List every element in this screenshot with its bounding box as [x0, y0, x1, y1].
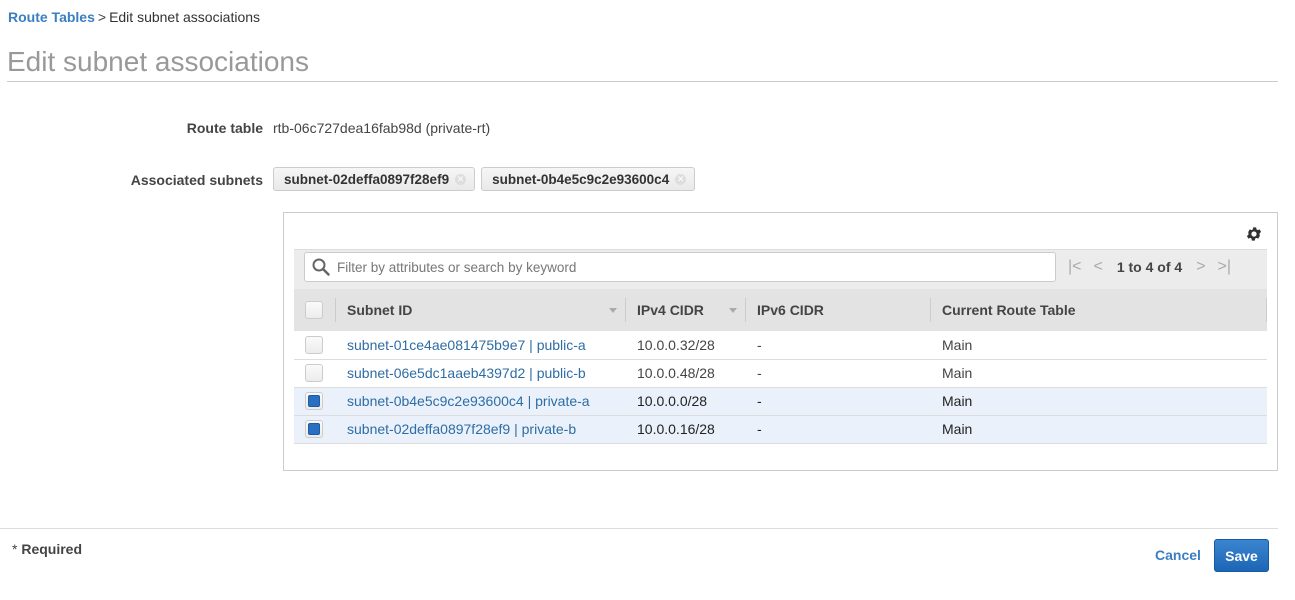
row-checkbox-checked[interactable] [305, 392, 323, 410]
associated-subnets-label: Associated subnets [130, 172, 263, 188]
subnet-chip: subnet-0b4e5c9c2e93600c4 ✕ [481, 167, 696, 191]
table-row[interactable]: subnet-06e5dc1aaeb4397d2 | public-b 10.0… [294, 359, 1267, 387]
sort-caret-icon[interactable] [609, 308, 617, 313]
sort-caret-icon[interactable] [729, 308, 737, 313]
breadcrumb-current: Edit subnet associations [109, 9, 261, 25]
subnet-link[interactable]: subnet-02deffa0897f28ef9 | private-b [347, 421, 576, 437]
footer-divider [0, 528, 1278, 529]
column-label: Current Route Table [942, 302, 1076, 318]
ipv6-cidr-cell: - [757, 393, 762, 409]
select-all-cell [294, 289, 336, 331]
column-header-ipv6-cidr[interactable]: IPv6 CIDR [746, 289, 931, 331]
filter-search-box[interactable] [304, 252, 1056, 282]
required-note: * Required [12, 541, 82, 557]
ipv4-cidr-cell: 10.0.0.16/28 [637, 421, 715, 437]
filter-input[interactable] [335, 258, 1035, 276]
search-icon [312, 258, 330, 276]
column-header-current-route-table[interactable]: Current Route Table [931, 289, 1267, 331]
column-header-subnet-id[interactable]: Subnet ID [336, 289, 626, 331]
subnet-chip-label: subnet-02deffa0897f28ef9 [284, 171, 450, 187]
column-label: IPv4 CIDR [637, 302, 704, 318]
ipv6-cidr-cell: - [757, 336, 762, 353]
column-label: IPv6 CIDR [757, 302, 824, 318]
table-row[interactable]: subnet-01ce4ae081475b9e7 | public-a 10.0… [294, 331, 1267, 359]
associated-subnets-chips: subnet-02deffa0897f28ef9 ✕ subnet-0b4e5c… [273, 167, 696, 191]
select-all-checkbox[interactable] [305, 301, 323, 319]
remove-chip-icon[interactable]: ✕ [455, 173, 467, 185]
first-page-icon[interactable]: |< [1068, 258, 1082, 276]
route-table-cell: Main [942, 421, 973, 437]
chevron-left-icon[interactable]: < [1094, 258, 1103, 276]
route-table-label: Route table [186, 120, 263, 136]
gear-icon[interactable] [1245, 225, 1263, 243]
checkbox-fill [308, 395, 320, 407]
remove-chip-icon[interactable]: ✕ [675, 173, 687, 185]
row-checkbox[interactable] [305, 335, 323, 354]
column-header-ipv4-cidr[interactable]: IPv4 CIDR [626, 289, 746, 331]
subnet-chip-label: subnet-0b4e5c9c2e93600c4 [492, 171, 670, 187]
row-checkbox-checked[interactable] [305, 420, 323, 438]
page-title: Edit subnet associations [7, 46, 309, 77]
ipv4-cidr-cell: 10.0.0.0/28 [637, 393, 708, 409]
chevron-right-icon[interactable]: > [1196, 258, 1205, 276]
subnet-chip: subnet-02deffa0897f28ef9 ✕ [273, 167, 476, 191]
route-table-cell: Main [942, 365, 973, 381]
subnet-link[interactable]: subnet-01ce4ae081475b9e7 | public-a [347, 337, 586, 353]
subnets-table: Subnet ID IPv4 CIDR IPv6 CIDR Current Ro… [294, 289, 1267, 444]
route-table-cell: Main [942, 336, 973, 353]
checkbox-fill [308, 423, 320, 435]
pagination-label: 1 to 4 of 4 [1116, 259, 1183, 275]
subnet-link[interactable]: subnet-0b4e5c9c2e93600c4 | private-a [347, 393, 590, 409]
route-table-value: rtb-06c727dea16fab98d (private-rt) [273, 120, 491, 136]
breadcrumb-separator: > [97, 9, 107, 25]
subnet-table-panel: |< < 1 to 4 of 4 > >| Subnet ID IPv4 CID… [283, 212, 1278, 471]
ipv4-cidr-cell: 10.0.0.32/28 [637, 336, 715, 353]
table-row[interactable]: subnet-02deffa0897f28ef9 | private-b 10.… [294, 415, 1267, 443]
ipv4-cidr-cell: 10.0.0.48/28 [637, 365, 715, 381]
row-checkbox[interactable] [305, 364, 323, 382]
breadcrumb-route-tables-link[interactable]: Route Tables [8, 9, 95, 25]
ipv6-cidr-cell: - [757, 421, 762, 437]
ipv6-cidr-cell: - [757, 365, 762, 381]
subnet-link[interactable]: subnet-06e5dc1aaeb4397d2 | public-b [347, 365, 586, 381]
column-label: Subnet ID [347, 302, 413, 318]
required-star: * [12, 541, 18, 557]
title-divider [7, 81, 1278, 82]
save-button[interactable]: Save [1214, 539, 1269, 572]
last-page-icon[interactable]: >| [1218, 258, 1232, 276]
table-toolbar: |< < 1 to 4 of 4 > >| [294, 249, 1267, 289]
pagination: |< < 1 to 4 of 4 > >| [1068, 252, 1231, 282]
table-header-row: Subnet ID IPv4 CIDR IPv6 CIDR Current Ro… [294, 289, 1267, 331]
required-label: Required [21, 541, 83, 557]
cancel-button[interactable]: Cancel [1155, 547, 1201, 563]
table-row[interactable]: subnet-0b4e5c9c2e93600c4 | private-a 10.… [294, 387, 1267, 415]
breadcrumb: Route Tables > Edit subnet associations [8, 9, 260, 25]
route-table-cell: Main [942, 393, 973, 409]
